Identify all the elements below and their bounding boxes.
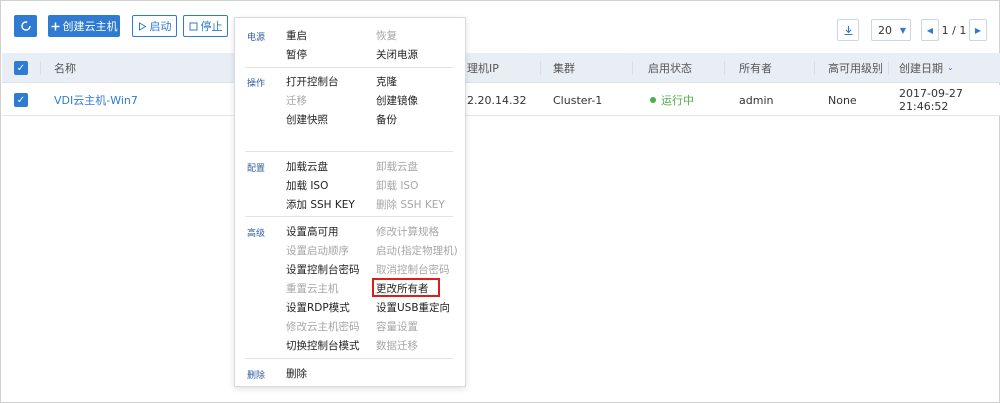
menu-item-poweroff[interactable]: 关闭电源 [376, 47, 418, 62]
chevron-left-icon: ◀ [926, 25, 934, 35]
stop-button[interactable]: 停止 [183, 15, 228, 37]
group-label-power: 电源 [247, 33, 266, 43]
header-status[interactable]: 启用状态 [648, 53, 692, 82]
refresh-icon [20, 21, 31, 31]
vm-cluster: Cluster-1 [553, 93, 603, 107]
start-label: 启动 [149, 20, 172, 33]
page-size-value: 20 [878, 23, 892, 37]
next-page-button[interactable]: ▶ [969, 19, 987, 41]
plus-icon [51, 22, 59, 30]
column-divider [724, 61, 725, 75]
header-cluster[interactable]: 集群 [553, 53, 575, 82]
column-divider [632, 61, 633, 75]
menu-item-clone[interactable]: 克隆 [376, 74, 397, 89]
menu-item-capacity[interactable]: 容量设置 [376, 319, 418, 334]
menu-item-open-console[interactable]: 打开控制台 [286, 74, 339, 89]
menu-item-change-vm-password[interactable]: 修改云主机密码 [286, 319, 360, 334]
vm-owner: admin [739, 93, 774, 107]
toolbar: 创建云主机 启动 停止 20 ▼ ◀ 1 / 1 ▶ [1, 1, 999, 53]
menu-item-start-on-host[interactable]: 启动(指定物理机) [376, 243, 458, 258]
menu-divider [245, 216, 453, 217]
menu-item-pause[interactable]: 暂停 [286, 47, 307, 62]
column-divider [40, 61, 41, 75]
menu-item-delete-ssh-key[interactable]: 删除 SSH KEY [376, 197, 445, 212]
menu-item-add-ssh-key[interactable]: 添加 SSH KEY [286, 197, 355, 212]
menu-divider [245, 151, 453, 152]
prev-page-button[interactable]: ◀ [921, 19, 939, 41]
change-owner-highlight [372, 278, 440, 297]
menu-item-detach-iso[interactable]: 卸载 ISO [376, 178, 418, 193]
menu-item-boot-order[interactable]: 设置启动顺序 [286, 243, 349, 258]
create-vm-button[interactable]: 创建云主机 [48, 15, 120, 37]
play-icon [138, 21, 146, 31]
header-created-label: 创建日期 [899, 61, 943, 75]
sort-desc-icon: ⌄ [947, 63, 954, 72]
vm-ha: None [828, 93, 857, 107]
header-created[interactable]: 创建日期 ⌄ [899, 53, 954, 82]
menu-item-data-migrate[interactable]: 数据迁移 [376, 338, 418, 353]
running-dot-icon [650, 97, 656, 103]
row-checkbox[interactable]: ✓ [14, 93, 28, 107]
table-header: ✓ 名称 理机IP 集群 启用状态 所有者 高可用级别 创建日期 ⌄ [2, 53, 1000, 83]
vm-name-link[interactable]: VDI云主机-Win7 [54, 85, 138, 115]
chevron-right-icon: ▶ [974, 25, 982, 35]
menu-item-create-image[interactable]: 创建镜像 [376, 93, 418, 108]
menu-item-change-spec[interactable]: 修改计算规格 [376, 224, 439, 239]
menu-item-attach-disk[interactable]: 加载云盘 [286, 159, 328, 174]
header-name[interactable]: 名称 [54, 53, 76, 82]
vm-status: 运行中 [650, 85, 694, 115]
menu-divider [245, 67, 453, 68]
menu-item-delete[interactable]: 删除 [286, 366, 307, 381]
menu-item-create-snapshot[interactable]: 创建快照 [286, 112, 328, 127]
menu-item-set-ha[interactable]: 设置高可用 [286, 224, 339, 239]
chevron-down-icon: ▼ [899, 25, 906, 35]
menu-item-resume[interactable]: 恢复 [376, 28, 397, 43]
column-divider [540, 61, 541, 75]
menu-item-set-console-password[interactable]: 设置控制台密码 [286, 262, 360, 277]
stop-label: 停止 [200, 20, 223, 33]
header-owner[interactable]: 所有者 [739, 53, 772, 82]
group-label-config: 配置 [247, 164, 266, 174]
menu-item-rdp-mode[interactable]: 设置RDP模式 [286, 300, 350, 315]
create-vm-label: 创建云主机 [62, 20, 118, 33]
menu-item-restart[interactable]: 重启 [286, 28, 307, 43]
menu-item-usb-redirect[interactable]: 设置USB重定向 [376, 300, 450, 315]
vm-action-menu: 电源 重启 恢复 暂停 关闭电源 操作 打开控制台 克隆 迁移 创建镜像 创建快… [234, 17, 466, 387]
header-ip[interactable]: 理机IP [467, 53, 499, 82]
menu-item-reset-vm[interactable]: 重置云主机 [286, 281, 339, 296]
vm-ip: 2.20.14.32 [467, 93, 527, 107]
export-button[interactable] [837, 19, 859, 41]
menu-item-attach-iso[interactable]: 加载 ISO [286, 178, 328, 193]
menu-item-detach-disk[interactable]: 卸载云盘 [376, 159, 418, 174]
stop-icon [189, 22, 197, 30]
menu-divider [245, 358, 453, 359]
page-size-select[interactable]: 20 ▼ [871, 19, 911, 41]
menu-item-migrate[interactable]: 迁移 [286, 93, 307, 108]
group-label-operate: 操作 [247, 79, 266, 89]
header-ha[interactable]: 高可用级别 [828, 53, 883, 82]
vm-created: 2017-09-27 21:46:52 [899, 87, 963, 113]
table-row[interactable]: ✓ VDI云主机-Win7 2.20.14.32 Cluster-1 运行中 a… [2, 85, 1000, 116]
app-frame: 创建云主机 启动 停止 20 ▼ ◀ 1 / 1 ▶ ✓ 名称 理机IP 集群 … [0, 0, 1000, 403]
download-icon [844, 25, 852, 35]
page-indicator: 1 / 1 [941, 23, 967, 37]
column-divider [888, 61, 889, 75]
start-button[interactable]: 启动 [132, 15, 177, 37]
select-all-checkbox[interactable]: ✓ [14, 61, 28, 75]
menu-item-console-mode[interactable]: 切换控制台模式 [286, 338, 360, 353]
menu-item-backup[interactable]: 备份 [376, 112, 397, 127]
vm-status-text: 运行中 [661, 94, 694, 107]
group-label-advanced: 高级 [247, 229, 266, 239]
menu-item-cancel-console-password[interactable]: 取消控制台密码 [376, 262, 450, 277]
group-label-delete: 删除 [247, 371, 266, 381]
column-divider [814, 61, 815, 75]
refresh-button[interactable] [14, 15, 37, 37]
